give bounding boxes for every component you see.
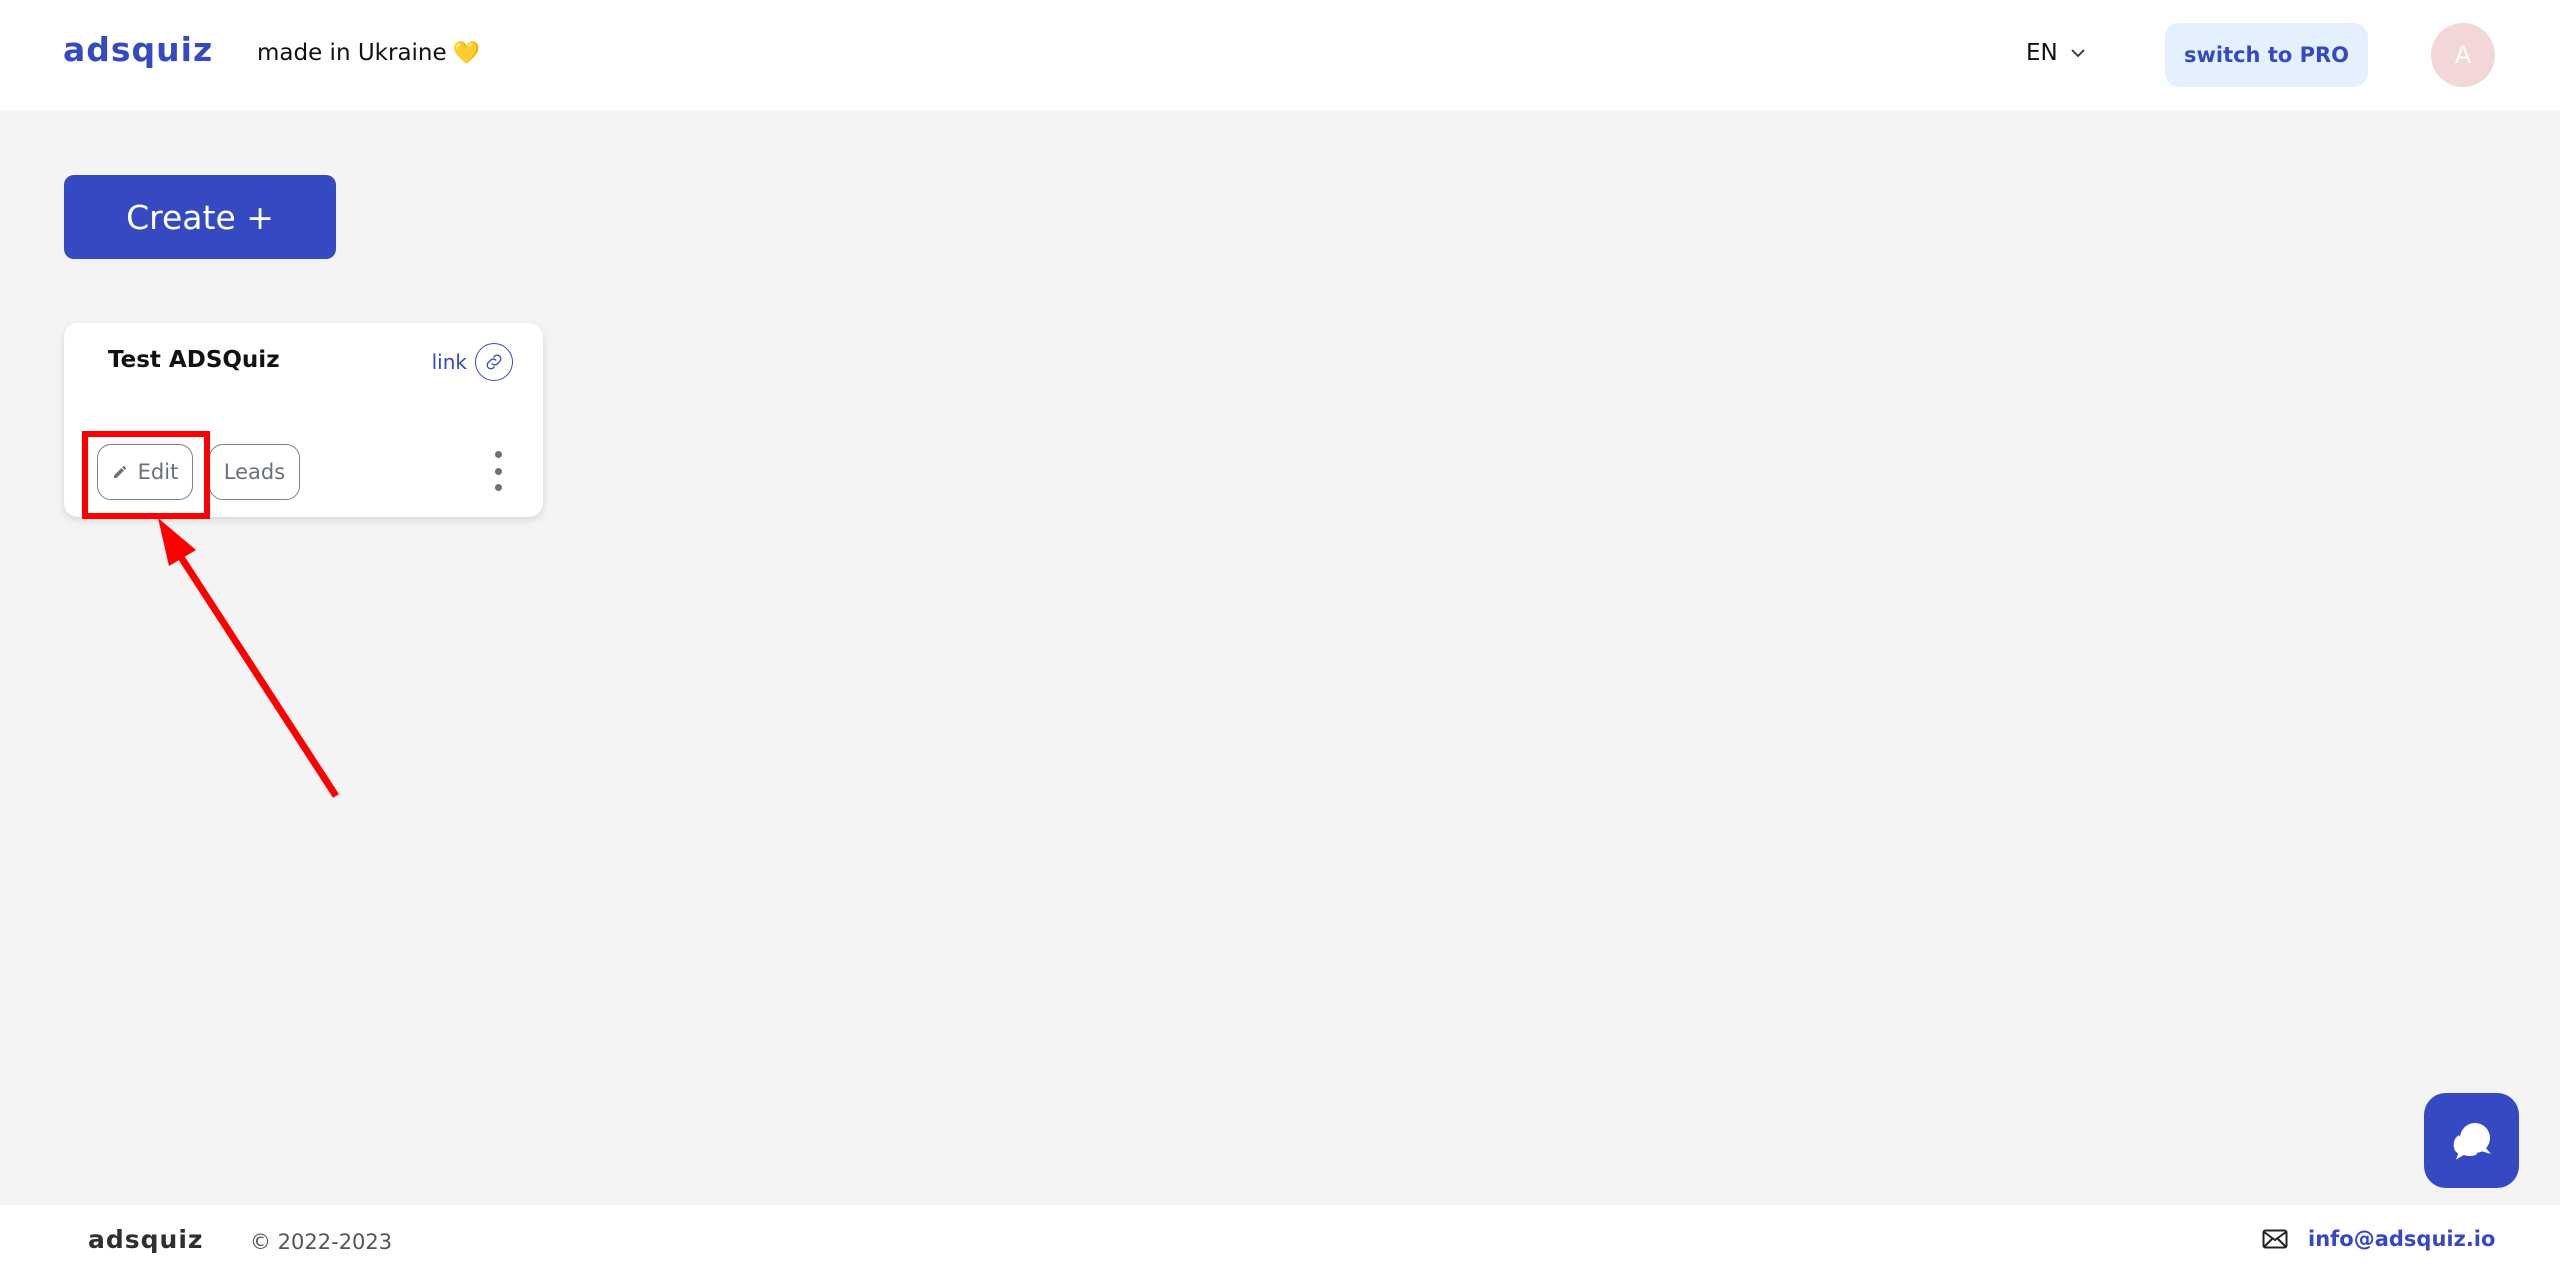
copyright: © 2022-2023	[250, 1230, 393, 1254]
quiz-link[interactable]: link	[432, 343, 513, 381]
language-label: EN	[2026, 40, 2058, 66]
header: adsquiz made in Ukraine 💛 EN switch to PR…	[0, 0, 2560, 110]
language-selector[interactable]: EN	[2026, 40, 2086, 66]
more-options-icon[interactable]	[492, 451, 504, 491]
edit-label: Edit	[137, 460, 179, 484]
link-icon	[475, 343, 513, 381]
quiz-card: Test ADSQuiz link Edit Leads	[64, 323, 543, 517]
footer: adsquiz © 2022-2023 info@adsquiz.io	[0, 1205, 2560, 1284]
envelope-icon	[2262, 1229, 2288, 1249]
contact: info@adsquiz.io	[2262, 1227, 2495, 1251]
link-label: link	[431, 350, 467, 374]
leads-button[interactable]: Leads	[209, 444, 300, 500]
quiz-title: Test ADSQuiz	[108, 347, 280, 373]
chat-button[interactable]	[2424, 1093, 2519, 1188]
chat-bubbles-icon	[2451, 1122, 2491, 1164]
footer-logo: adsquiz	[88, 1225, 204, 1254]
tagline: made in Ukraine 💛	[257, 40, 480, 66]
tagline-text: made in Ukraine	[257, 40, 447, 66]
edit-button[interactable]: Edit	[97, 444, 193, 500]
create-button[interactable]: Create +	[64, 175, 336, 259]
avatar[interactable]: A	[2431, 23, 2495, 87]
chevron-down-icon	[2071, 49, 2085, 58]
email-link[interactable]: info@adsquiz.io	[2308, 1227, 2495, 1251]
pencil-icon	[113, 465, 126, 478]
logo[interactable]: adsquiz	[63, 30, 213, 69]
heart-icon: 💛	[452, 41, 481, 66]
switch-to-pro-button[interactable]: switch to PRO	[2165, 23, 2368, 87]
